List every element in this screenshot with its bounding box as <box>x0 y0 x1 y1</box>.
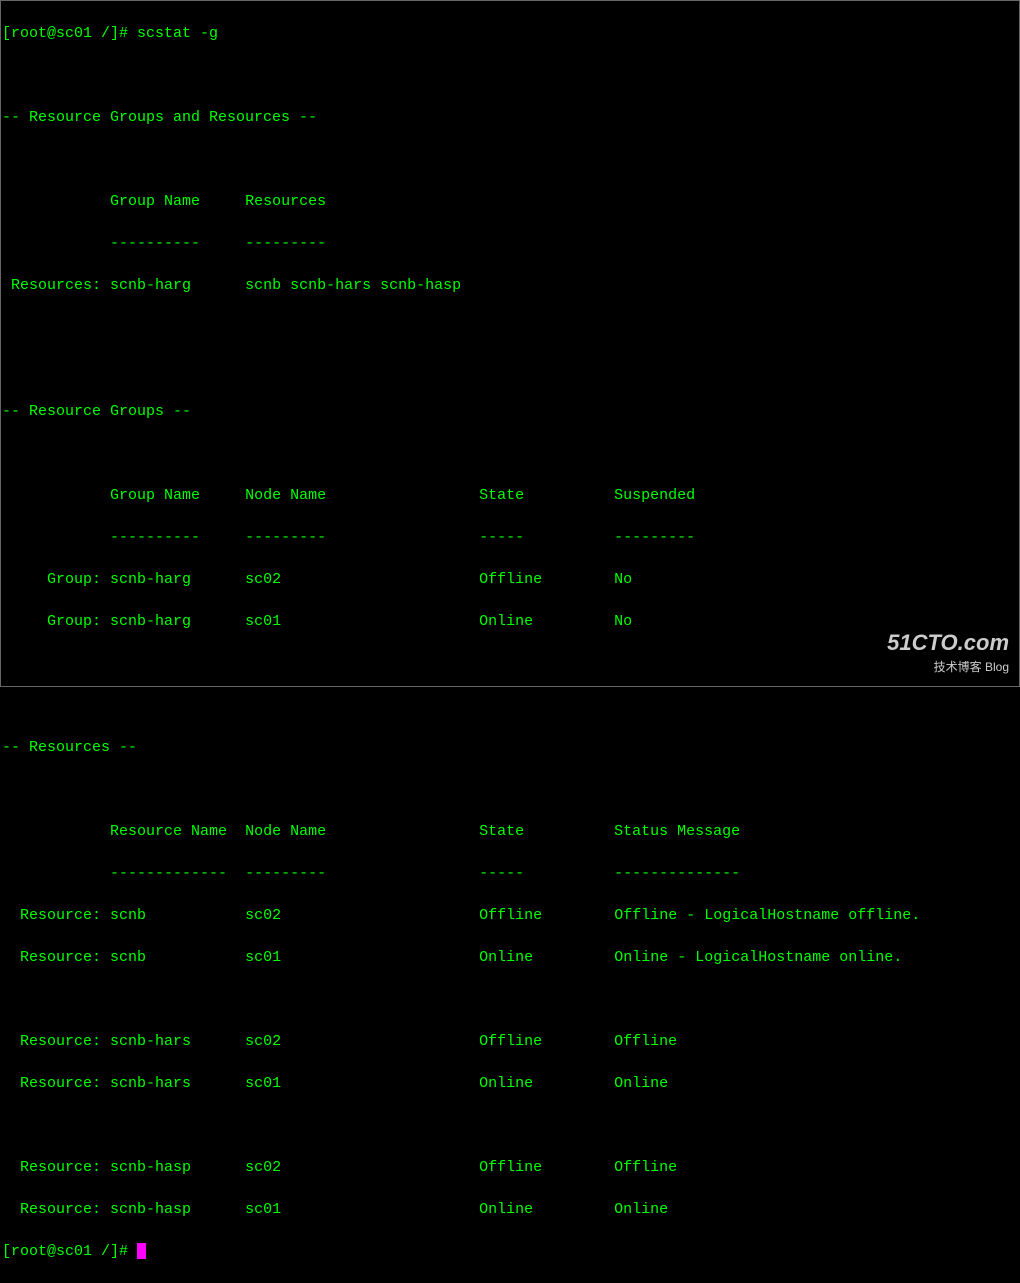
header-resources: Resources <box>245 193 326 210</box>
section1-headers: Group Name Resources <box>2 191 1018 212</box>
table-row: Group: scnb-harg sc01 Online No <box>2 611 1018 632</box>
cell-resources: scnb scnb-hars scnb-hasp <box>245 277 461 294</box>
cell-status: Online - LogicalHostname online. <box>614 949 902 966</box>
header-state: State <box>479 487 524 504</box>
row-label: Resource: <box>20 907 101 924</box>
row-label: Resource: <box>20 1033 101 1050</box>
cell-suspended: No <box>614 613 632 630</box>
cell-state: Offline <box>479 571 542 588</box>
row-label: Group: <box>47 613 101 630</box>
cell-name: scnb-hasp <box>110 1201 191 1218</box>
cell-state: Online <box>479 949 533 966</box>
cursor-icon <box>137 1243 146 1259</box>
cell-name: scnb <box>110 949 146 966</box>
section3-headers: Resource Name Node Name State Status Mes… <box>2 821 1018 842</box>
row-label: Group: <box>47 571 101 588</box>
cell-suspended: No <box>614 571 632 588</box>
cell-node: sc01 <box>245 1075 281 1092</box>
cell-group-name: scnb-harg <box>110 277 191 294</box>
header-resource-name: Resource Name <box>110 823 227 840</box>
row-label: Resource: <box>20 1159 101 1176</box>
command-line[interactable]: [root@sc01 /]# scstat -g <box>2 23 1018 44</box>
row-label: Resource: <box>20 1075 101 1092</box>
cell-node: sc02 <box>245 571 281 588</box>
header-status-message: Status Message <box>614 823 740 840</box>
cell-node: sc02 <box>245 907 281 924</box>
cell-status: Online <box>614 1201 668 1218</box>
header-node-name: Node Name <box>245 487 326 504</box>
cell-node: sc01 <box>245 1201 281 1218</box>
row-label: Resource: <box>20 1201 101 1218</box>
table-row: Resource: scnb sc02 Offline Offline - Lo… <box>2 905 1018 926</box>
cell-state: Online <box>479 1075 533 1092</box>
table-row: Group: scnb-harg sc02 Offline No <box>2 569 1018 590</box>
header-node-name: Node Name <box>245 823 326 840</box>
section-title: -- Resources -- <box>2 737 1018 758</box>
table-row: Resource: scnb-hasp sc02 Offline Offline <box>2 1157 1018 1178</box>
cell-state: Online <box>479 1201 533 1218</box>
cell-state: Offline <box>479 1033 542 1050</box>
cell-name: scnb-hasp <box>110 1159 191 1176</box>
header-group-name: Group Name <box>110 193 200 210</box>
table-row: Resource: scnb-hars sc01 Online Online <box>2 1073 1018 1094</box>
cell-status: Online <box>614 1075 668 1092</box>
row-label: Resources: <box>11 277 101 294</box>
cell-node: sc01 <box>245 949 281 966</box>
section1-row: Resources: scnb-harg scnb scnb-hars scnb… <box>2 275 1018 296</box>
header-group-name: Group Name <box>110 487 200 504</box>
terminal-output: [root@sc01 /]# scstat -g -- Resource Gro… <box>2 2 1018 1283</box>
cell-status: Offline - LogicalHostname offline. <box>614 907 920 924</box>
watermark-sub: 技术博客 Blog <box>887 659 1009 676</box>
section3-sep: ------------- --------- ----- ----------… <box>2 863 1018 884</box>
cell-node: sc01 <box>245 613 281 630</box>
section2-sep: ---------- --------- ----- --------- <box>2 527 1018 548</box>
cell-name: scnb <box>110 907 146 924</box>
prompt: [root@sc01 /]# <box>2 25 128 42</box>
cell-name: scnb-hars <box>110 1033 191 1050</box>
header-state: State <box>479 823 524 840</box>
section1-sep: ---------- --------- <box>2 233 1018 254</box>
cell-node: sc02 <box>245 1159 281 1176</box>
prompt: [root@sc01 /]# <box>2 1243 128 1260</box>
cell-name: scnb-hars <box>110 1075 191 1092</box>
cell-name: scnb-harg <box>110 571 191 588</box>
command-text: scstat -g <box>137 25 218 42</box>
row-label: Resource: <box>20 949 101 966</box>
cell-state: Online <box>479 613 533 630</box>
table-row: Resource: scnb-hars sc02 Offline Offline <box>2 1031 1018 1052</box>
cell-name: scnb-harg <box>110 613 191 630</box>
cell-status: Offline <box>614 1159 677 1176</box>
cell-state: Offline <box>479 1159 542 1176</box>
cell-state: Offline <box>479 907 542 924</box>
header-suspended: Suspended <box>614 487 695 504</box>
table-row: Resource: scnb-hasp sc01 Online Online <box>2 1199 1018 1220</box>
watermark-logo: 51CTO.com <box>887 628 1009 659</box>
section-title: -- Resource Groups and Resources -- <box>2 107 1018 128</box>
watermark: 51CTO.com 技术博客 Blog <box>887 628 1009 676</box>
section2-headers: Group Name Node Name State Suspended <box>2 485 1018 506</box>
cell-status: Offline <box>614 1033 677 1050</box>
table-row: Resource: scnb sc01 Online Online - Logi… <box>2 947 1018 968</box>
section-title: -- Resource Groups -- <box>2 401 1018 422</box>
cell-node: sc02 <box>245 1033 281 1050</box>
command-line[interactable]: [root@sc01 /]# <box>2 1241 1018 1262</box>
